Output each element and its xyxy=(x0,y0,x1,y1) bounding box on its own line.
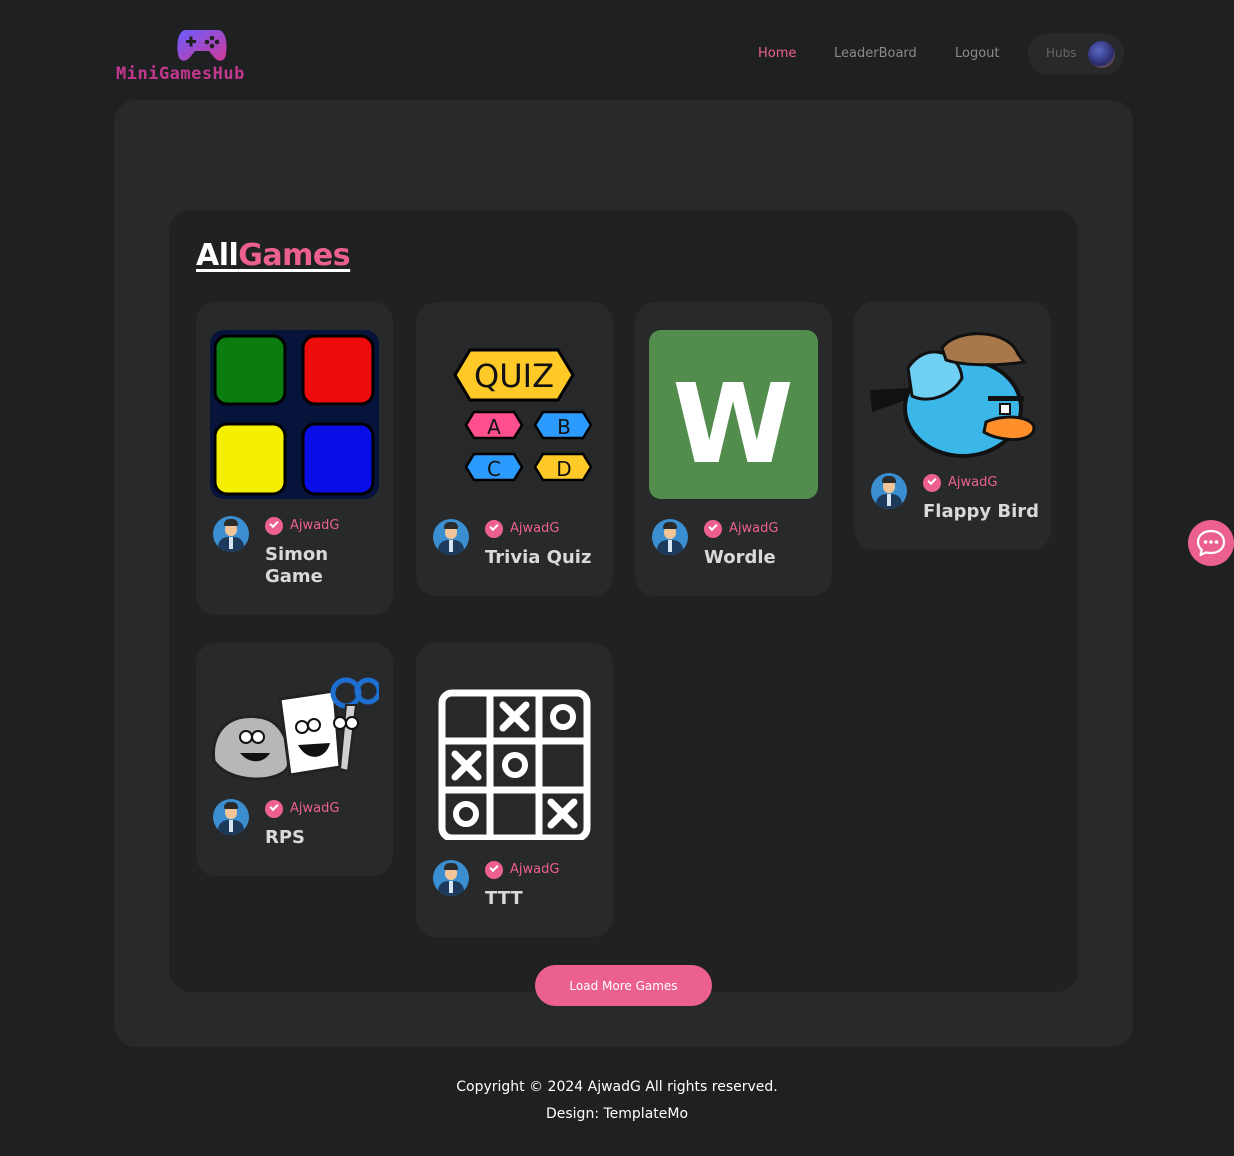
wordle-thumbnail: W xyxy=(649,330,818,499)
profile-avatar xyxy=(1088,41,1115,68)
chat-button[interactable] xyxy=(1188,520,1234,566)
chat-bubble-icon xyxy=(1196,529,1226,557)
tic-tac-toe-thumbnail xyxy=(430,671,599,840)
game-title: RPS xyxy=(265,827,306,848)
hubs-label: Hubs xyxy=(1046,46,1077,60)
game-card-wordle[interactable]: W AjwadG Wordle xyxy=(635,302,832,596)
game-title: Wordle xyxy=(704,547,776,568)
verified-check-icon xyxy=(485,520,503,538)
svg-text:D: D xyxy=(556,457,571,481)
game-card-rps[interactable]: AjwadG RPS xyxy=(196,643,393,876)
wordle-letter: W xyxy=(672,360,793,488)
author-avatar xyxy=(213,799,249,835)
nav-logout-link[interactable]: Logout xyxy=(955,46,1000,61)
svg-text:C: C xyxy=(487,457,501,481)
author-avatar xyxy=(433,860,469,896)
nav-home-link[interactable]: Home xyxy=(758,46,796,61)
svg-text:B: B xyxy=(557,415,571,439)
load-more-button[interactable]: Load More Games xyxy=(535,965,712,1006)
verified-check-icon xyxy=(485,861,503,879)
author-name: AjwadG xyxy=(948,475,998,490)
verified-check-icon xyxy=(923,474,941,492)
nav-leaderboard-link[interactable]: LeaderBoard xyxy=(834,46,917,61)
section-title-pink: Games xyxy=(238,238,351,273)
section-title: AllGames xyxy=(196,238,351,273)
author-avatar xyxy=(871,473,907,509)
author-name: AjwadG xyxy=(510,521,560,536)
author-avatar xyxy=(433,519,469,555)
author-name: AjwadG xyxy=(290,801,340,816)
section-title-white: All xyxy=(196,238,239,273)
rps-thumbnail xyxy=(212,677,379,781)
game-card-flappy[interactable]: AjwadG Flappy Bird xyxy=(854,302,1051,550)
site-logo[interactable]: MiniGamesHub xyxy=(116,26,288,84)
verified-check-icon xyxy=(265,800,283,818)
author-name: AjwadG xyxy=(510,862,560,877)
author-name: AjwadG xyxy=(729,521,779,536)
game-title: Simon Game xyxy=(265,544,329,587)
game-card-trivia[interactable]: QUIZ A B C D AjwadG Trivia Quiz xyxy=(416,302,613,596)
author-name: AjwadG xyxy=(290,518,340,533)
game-card-ttt[interactable]: AjwadG TTT xyxy=(416,643,613,937)
brand-name: MiniGamesHub xyxy=(116,64,245,84)
game-title: TTT xyxy=(485,888,523,909)
game-card-simon[interactable]: AjwadG Simon Game xyxy=(196,302,393,615)
flappy-bird-thumbnail xyxy=(870,332,1036,458)
game-title: Flappy Bird xyxy=(923,501,1040,522)
gamepad-icon xyxy=(177,30,227,61)
svg-text:A: A xyxy=(487,415,501,439)
author-avatar xyxy=(213,516,249,552)
footer-design-credit: Design: TemplateMo xyxy=(545,1106,689,1122)
verified-check-icon xyxy=(704,520,722,538)
quiz-text: QUIZ xyxy=(474,357,554,395)
footer-copyright: Copyright © 2024 AjwadG All rights reser… xyxy=(456,1079,778,1095)
hubs-profile-button[interactable]: Hubs xyxy=(1028,33,1124,75)
verified-check-icon xyxy=(265,517,283,535)
simon-game-thumbnail xyxy=(210,330,379,499)
author-avatar xyxy=(652,519,688,555)
game-title: Trivia Quiz xyxy=(485,547,592,568)
trivia-quiz-thumbnail: QUIZ A B C D xyxy=(430,330,599,499)
